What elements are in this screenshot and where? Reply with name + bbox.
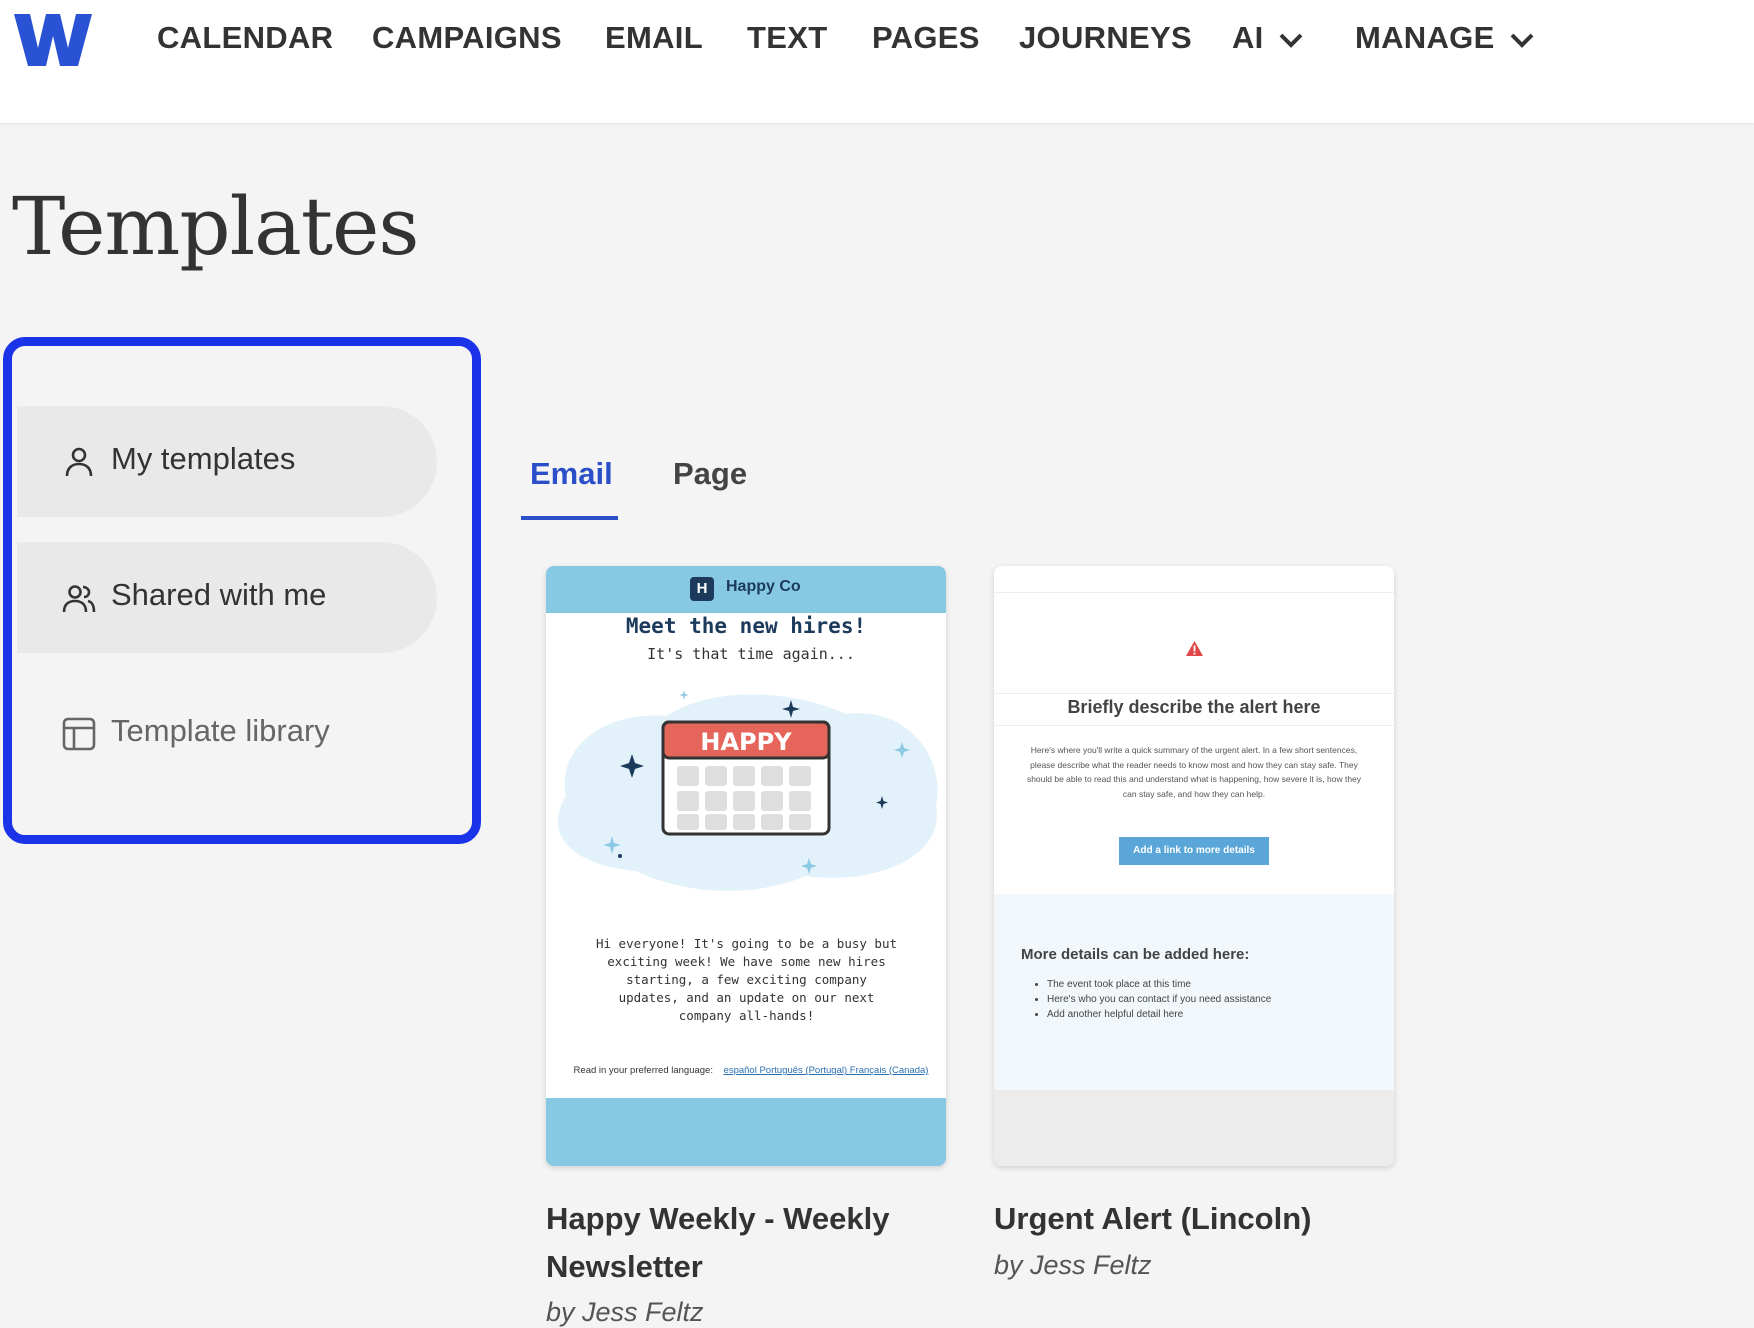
language-label: Read in your preferred language: — [573, 1065, 713, 1076]
tab-email[interactable]: Email — [530, 456, 613, 492]
template-title[interactable]: Urgent Alert (Lincoln) — [994, 1195, 1414, 1243]
nav-text[interactable]: TEXT — [747, 20, 827, 56]
template-author: by Jess Feltz — [994, 1250, 1152, 1280]
sidebar-item-my-templates[interactable]: My templates — [17, 406, 437, 517]
preview-language-links: Read in your preferred language: español… — [566, 1064, 936, 1077]
divider — [994, 725, 1394, 726]
preview-intro: It's that time again... — [647, 645, 855, 663]
list-item: The event took place at this time — [1047, 977, 1271, 992]
w-logo-icon[interactable] — [12, 10, 94, 68]
language-links: español Português (Portugal) Français (C… — [723, 1065, 929, 1076]
layout-icon — [62, 717, 96, 751]
sidebar-item-label: Template library — [111, 713, 330, 748]
banner-text: HAPPY — [700, 728, 792, 756]
divider — [994, 592, 1394, 593]
template-sidebar: My templates Shared with me Template lib… — [3, 337, 481, 844]
preview-body: Hi everyone! It's going to be a busy but… — [595, 936, 898, 1023]
list-item: Here's who you can contact if you need a… — [1047, 992, 1271, 1007]
page-title: Templates — [12, 180, 419, 273]
nav-ai-label: AI — [1232, 20, 1264, 55]
preview-details-button: Add a link to more details — [1119, 837, 1269, 865]
list-item: Add another helpful detail here — [1047, 1007, 1271, 1022]
preview-footer — [994, 1090, 1394, 1166]
brand-logo-icon: H — [690, 577, 714, 601]
template-title[interactable]: Happy Weekly - Weekly Newsletter — [546, 1195, 946, 1291]
nav-campaigns[interactable]: CAMPAIGNS — [372, 20, 562, 56]
template-card-urgent-alert[interactable]: Briefly describe the alert here Here's w… — [994, 566, 1394, 1166]
template-card-happy-weekly[interactable]: H Happy Co It's that time again... HAPPY… — [546, 566, 946, 1166]
warning-icon — [1186, 641, 1203, 656]
preview-footer — [546, 1098, 946, 1166]
nav-journeys[interactable]: JOURNEYS — [1019, 20, 1192, 56]
nav-ai[interactable]: AI — [1232, 20, 1304, 56]
active-tab-indicator — [521, 516, 618, 520]
nav-email[interactable]: EMAIL — [605, 20, 703, 56]
sidebar-item-template-library[interactable]: Template library — [17, 678, 437, 789]
sidebar-item-shared-with-me[interactable]: Shared with me — [17, 542, 437, 653]
preview-headline: Briefly describe the alert here — [1067, 697, 1321, 717]
user-icon — [65, 447, 93, 477]
preview-footer-heading: Meet the new hires! — [625, 614, 867, 638]
nav-manage[interactable]: MANAGE — [1355, 20, 1535, 56]
divider — [994, 693, 1394, 694]
users-icon — [62, 585, 96, 613]
chevron-down-icon — [1510, 33, 1533, 48]
preview-brand: Happy Co — [726, 578, 801, 595]
sidebar-item-label: Shared with me — [111, 577, 327, 612]
nav-manage-label: MANAGE — [1355, 20, 1495, 55]
preview-summary: Here's where you'll write a quick summar… — [1026, 745, 1362, 799]
calendar-illustration: HAPPY — [557, 690, 938, 891]
nav-calendar[interactable]: CALENDAR — [157, 20, 333, 56]
preview-details-heading: More details can be added here: — [1021, 946, 1250, 963]
template-author: by Jess Feltz — [546, 1297, 704, 1327]
tab-page[interactable]: Page — [673, 456, 747, 492]
sidebar-item-label: My templates — [111, 441, 296, 476]
top-nav: CALENDAR CAMPAIGNS EMAIL TEXT PAGES JOUR… — [0, 0, 1754, 123]
chevron-down-icon — [1279, 33, 1303, 48]
preview-details-list: The event took place at this time Here's… — [1021, 977, 1271, 1022]
nav-pages[interactable]: PAGES — [872, 20, 980, 56]
